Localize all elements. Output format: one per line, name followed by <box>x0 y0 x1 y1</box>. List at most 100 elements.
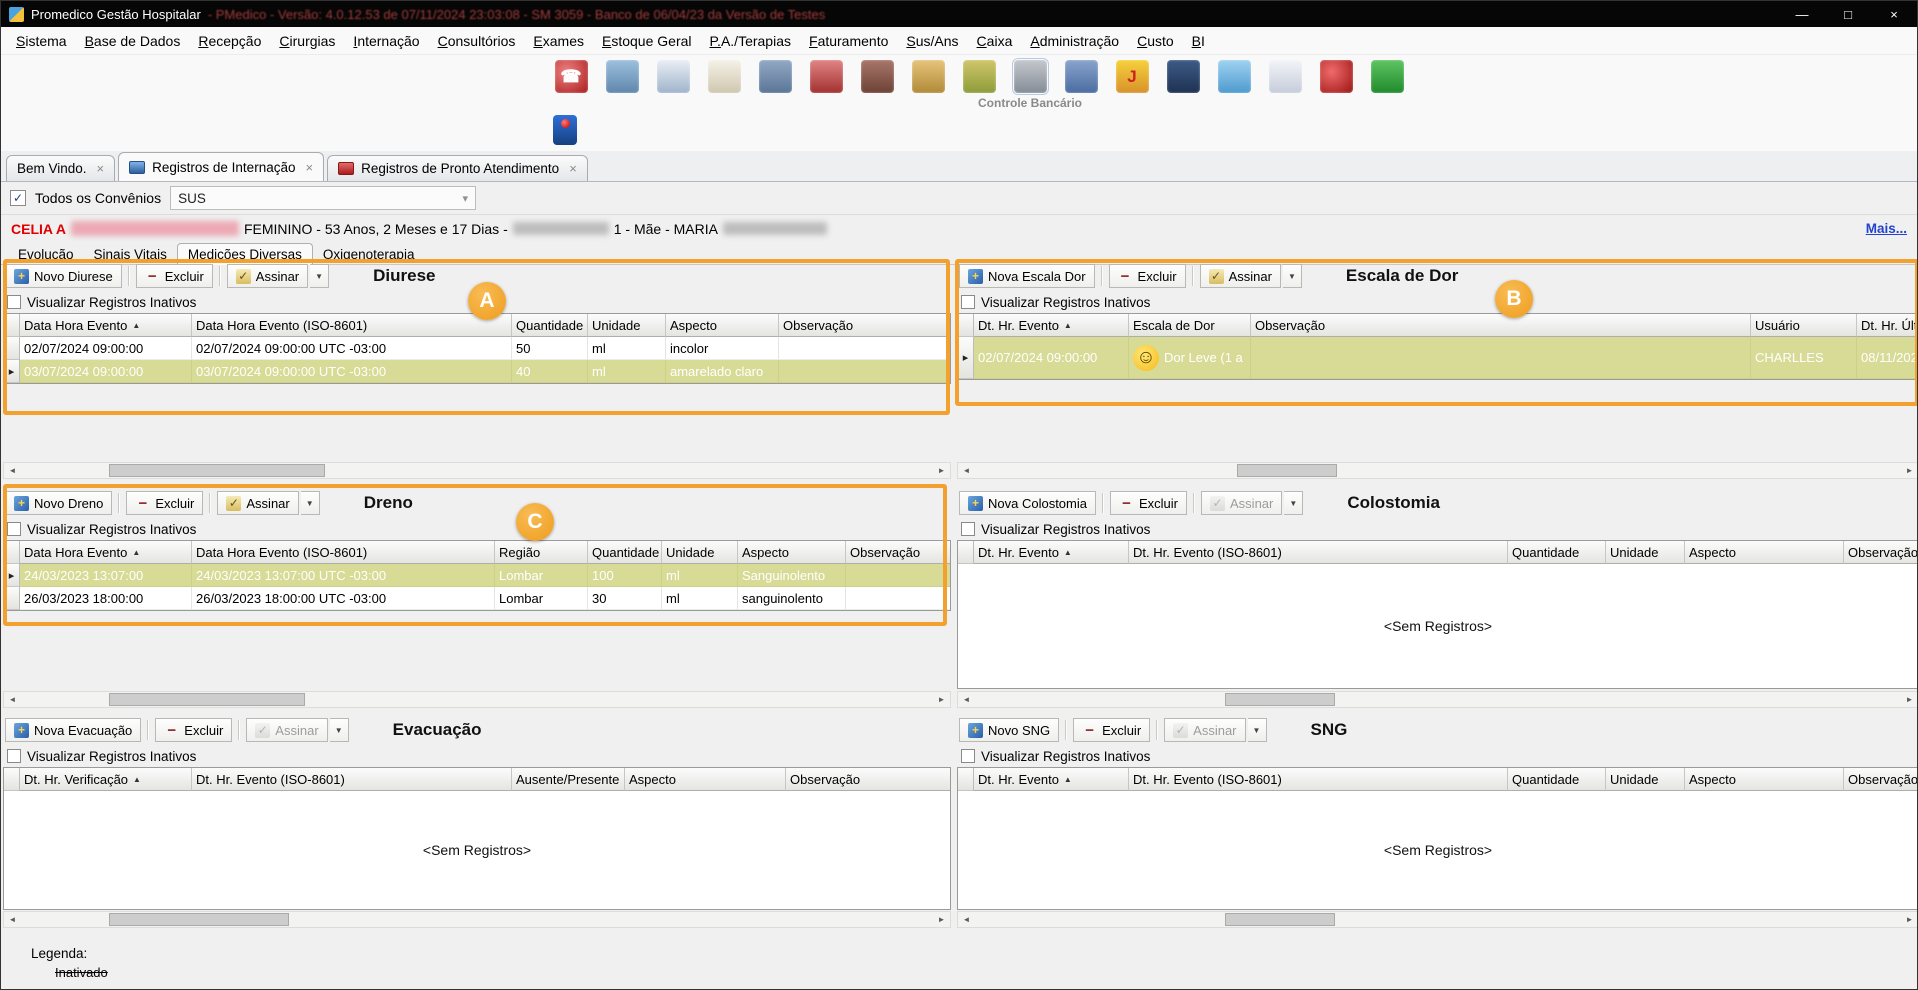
column-header[interactable]: Dt. Hr. Evento (ISO-8601) <box>1129 541 1508 564</box>
evacuacao-excluir-button[interactable]: − Excluir <box>155 718 232 742</box>
report-icon[interactable] <box>1269 60 1302 93</box>
phone-icon[interactable]: ☎ <box>555 60 588 93</box>
table-row-selected[interactable]: ▸ 03/07/2024 09:00:00 03/07/2024 09:00:0… <box>4 360 950 383</box>
menu-administracao[interactable]: Administração <box>1021 29 1128 53</box>
cell[interactable]: 24/03/2023 13:07:00 UTC -03:00 <box>192 564 495 587</box>
menu-consultorios[interactable]: Consultórios <box>429 29 525 53</box>
diurese-assinar-dropdown[interactable]: ▼ <box>310 264 329 288</box>
evacuacao-assinar-dropdown[interactable]: ▼ <box>330 718 349 742</box>
column-header[interactable]: Dt. Hr. Evento▲ <box>974 314 1129 337</box>
menu-custo[interactable]: Custo <box>1128 29 1183 53</box>
scroll-track[interactable] <box>21 463 933 478</box>
cell[interactable] <box>846 587 951 610</box>
close-icon[interactable]: × <box>97 161 105 176</box>
column-header[interactable]: Dt. Hr. Verificação▲ <box>20 768 192 791</box>
dreno-assinar-button[interactable]: ✓ Assinar <box>217 491 298 515</box>
menu-faturamento[interactable]: Faturamento <box>800 29 897 53</box>
column-header[interactable]: Data Hora Evento▲ <box>20 314 192 337</box>
column-header[interactable]: Dt. Hr. Evento▲ <box>974 768 1129 791</box>
convenio-select[interactable]: SUS ▾ <box>170 186 476 210</box>
diurese-hscrollbar[interactable]: ◄ ► <box>3 462 951 479</box>
column-header[interactable]: Observação <box>1844 768 1918 791</box>
column-header[interactable]: Escala de Dor <box>1129 314 1251 337</box>
cell[interactable]: 08/11/202 <box>1857 337 1918 379</box>
cell[interactable] <box>779 337 951 360</box>
scroll-track[interactable] <box>975 912 1901 927</box>
finance-icon[interactable] <box>963 60 996 93</box>
colostomia-excluir-button[interactable]: − Excluir <box>1110 491 1187 515</box>
colostomia-assinar-button[interactable]: ✓ Assinar <box>1201 491 1282 515</box>
escala-inativos-checkbox[interactable] <box>961 295 975 309</box>
chat-icon[interactable] <box>1218 60 1251 93</box>
nova-evacuacao-button[interactable]: + Nova Evacuação <box>5 718 141 742</box>
scroll-right-icon[interactable]: ► <box>1901 692 1918 707</box>
column-header[interactable]: Dt. Hr. Evento▲ <box>974 541 1129 564</box>
scroll-left-icon[interactable]: ◄ <box>4 692 21 707</box>
menu-cirurgias[interactable]: Cirurgias <box>270 29 344 53</box>
cell[interactable]: 24/03/2023 13:07:00 <box>20 564 192 587</box>
table-row[interactable]: 26/03/2023 18:00:00 26/03/2023 18:00:00 … <box>4 587 950 610</box>
column-header[interactable]: Ausente/Presente <box>512 768 625 791</box>
cell[interactable]: Lombar <box>495 587 588 610</box>
menu-pa-terapias[interactable]: P.A./Terapias <box>701 29 800 53</box>
cell[interactable]: ☺ Dor Leve (1 a <box>1129 337 1251 379</box>
diurese-assinar-button[interactable]: ✓ Assinar <box>227 264 308 288</box>
dreno-excluir-button[interactable]: − Excluir <box>126 491 203 515</box>
column-header[interactable]: Aspecto <box>625 768 786 791</box>
doctor-icon[interactable] <box>657 60 690 93</box>
dreno-inativos-checkbox[interactable] <box>7 522 21 536</box>
cell[interactable]: 30 <box>588 587 662 610</box>
evacuacao-hscrollbar[interactable]: ◄ ► <box>3 911 951 928</box>
novo-sng-button[interactable]: + Novo SNG <box>959 718 1059 742</box>
scroll-thumb[interactable] <box>1225 913 1335 926</box>
evacuacao-inativos-checkbox[interactable] <box>7 749 21 763</box>
menu-internacao[interactable]: Internação <box>344 29 428 53</box>
sng-assinar-dropdown[interactable]: ▼ <box>1248 718 1267 742</box>
evacuacao-assinar-button[interactable]: ✓ Assinar <box>246 718 327 742</box>
computer-icon[interactable] <box>1065 60 1098 93</box>
ambulance-icon[interactable] <box>810 60 843 93</box>
column-header[interactable]: Usuário <box>1751 314 1857 337</box>
diurese-inativos-checkbox[interactable] <box>7 295 21 309</box>
scroll-track[interactable] <box>21 912 933 927</box>
cell[interactable]: 03/07/2024 09:00:00 UTC -03:00 <box>192 360 512 383</box>
table-row-selected[interactable]: ▸ 02/07/2024 09:00:00 ☺ Dor Leve (1 a CH… <box>958 337 1918 379</box>
column-header[interactable]: Aspecto <box>738 541 846 564</box>
column-header[interactable]: Unidade <box>1606 768 1685 791</box>
colostomia-inativos-checkbox[interactable] <box>961 522 975 536</box>
escala-hscrollbar[interactable]: ◄ ► <box>957 462 1918 479</box>
novo-diurese-button[interactable]: + Novo Diurese <box>5 264 122 288</box>
menu-base-de-dados[interactable]: Base de Dados <box>76 29 190 53</box>
cell[interactable]: ml <box>588 360 666 383</box>
minimize-button[interactable]: — <box>1779 1 1825 27</box>
column-header[interactable]: Observação <box>1844 541 1918 564</box>
monitor-icon[interactable] <box>1371 60 1404 93</box>
escala-assinar-button[interactable]: ✓ Assinar <box>1200 264 1281 288</box>
scroll-right-icon[interactable]: ► <box>933 463 950 478</box>
scroll-track[interactable] <box>21 692 933 707</box>
tab-bem-vindo[interactable]: Bem Vindo. × <box>6 155 115 181</box>
equipment-icon[interactable] <box>861 60 894 93</box>
reception-icon[interactable] <box>606 60 639 93</box>
menu-recepcao[interactable]: Recepção <box>189 29 270 53</box>
cell[interactable] <box>1251 337 1751 379</box>
sng-assinar-button[interactable]: ✓ Assinar <box>1164 718 1245 742</box>
escala-excluir-button[interactable]: − Excluir <box>1109 264 1186 288</box>
menu-estoque-geral[interactable]: Estoque Geral <box>593 29 701 53</box>
cell[interactable]: ml <box>662 564 738 587</box>
menu-caixa[interactable]: Caixa <box>968 29 1022 53</box>
cell[interactable]: 40 <box>512 360 588 383</box>
scroll-thumb[interactable] <box>109 464 325 477</box>
cell[interactable]: sanguinolento <box>738 587 846 610</box>
cell[interactable]: Sanguinolento <box>738 564 846 587</box>
sng-inativos-checkbox[interactable] <box>961 749 975 763</box>
close-button[interactable]: × <box>1871 1 1917 27</box>
bank-cabinet-icon[interactable] <box>1014 60 1047 93</box>
column-header[interactable]: Data Hora Evento (ISO-8601) <box>192 541 495 564</box>
scroll-thumb[interactable] <box>109 693 305 706</box>
tab-registros-internacao[interactable]: Registros de Internação × <box>118 152 324 181</box>
column-header[interactable]: Aspecto <box>1685 768 1844 791</box>
scroll-right-icon[interactable]: ► <box>933 692 950 707</box>
column-header[interactable]: Dt. Hr. Últi <box>1857 314 1918 337</box>
column-header[interactable]: Aspecto <box>1685 541 1844 564</box>
